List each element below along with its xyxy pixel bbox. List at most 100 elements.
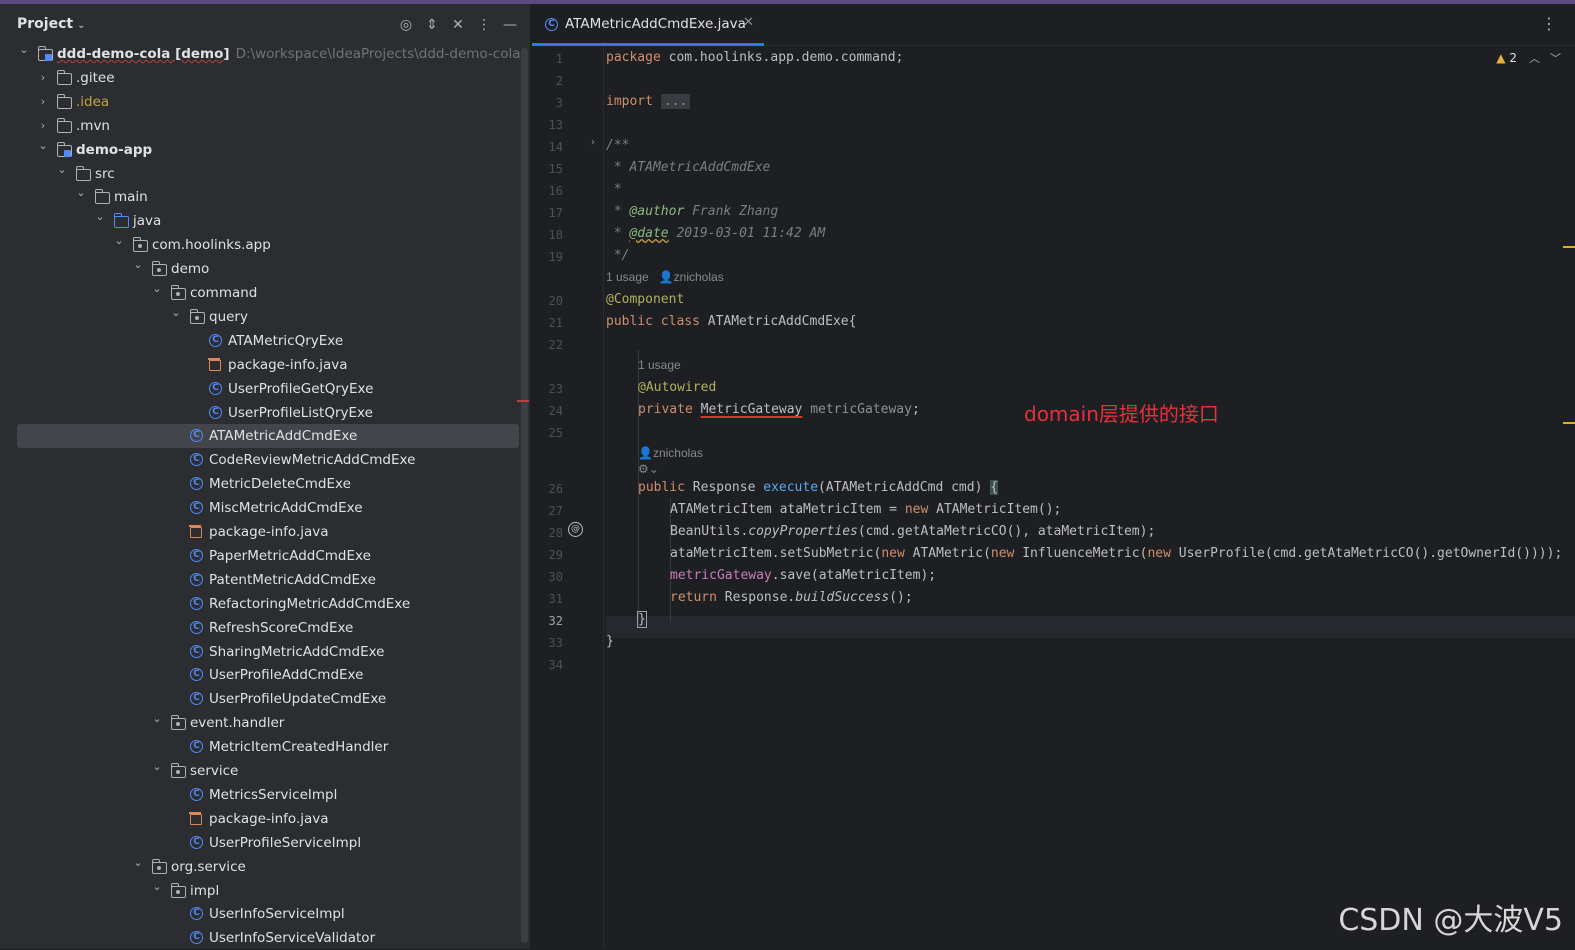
- code-line-15: * ATAMetricAddCmdExe: [606, 160, 771, 175]
- code-line-19: */: [606, 248, 630, 263]
- tree-item-label: impl: [190, 882, 220, 899]
- tree-item[interactable]: C MetricsServiceImpl: [0, 783, 520, 807]
- code-area[interactable]: package com.hoolinks.app.demo.command; i…: [606, 46, 1575, 949]
- tree-item[interactable]: ⌄ main: [0, 185, 520, 209]
- tree-item[interactable]: ⌄ org.service: [0, 855, 520, 879]
- tree-item-label: command: [190, 285, 258, 301]
- tree-item-label: PatentMetricAddCmdExe: [209, 571, 376, 588]
- collapse-all-icon[interactable]: ✕: [448, 15, 468, 35]
- tree-item[interactable]: C PatentMetricAddCmdExe: [0, 568, 520, 592]
- line-number: 34: [548, 658, 563, 672]
- tree-item-label: UserProfileListQryExe: [228, 404, 373, 421]
- tree-item[interactable]: C UserProfileServiceImpl: [0, 831, 520, 855]
- tree-item[interactable]: C MetricDeleteCmdExe: [0, 472, 520, 496]
- tree-item[interactable]: ⌄ com.hoolinks.app: [0, 233, 520, 257]
- chevron-down-icon[interactable]: ⌄: [131, 253, 145, 277]
- chevron-right-icon[interactable]: ›: [36, 66, 50, 90]
- metric-gateway-type[interactable]: MetricGateway: [701, 402, 803, 417]
- line-number: 23: [548, 382, 563, 396]
- tree-item[interactable]: › .gitee: [0, 66, 520, 90]
- author-hint[interactable]: 👤znicholas: [638, 446, 703, 460]
- chevron-down-icon[interactable]: ⌄: [150, 755, 164, 779]
- package-icon: [189, 308, 205, 324]
- tree-item[interactable]: › .mvn: [0, 114, 520, 138]
- tree-item[interactable]: C MiscMetricAddCmdExe: [0, 496, 520, 520]
- tree-item[interactable]: C UserInfoServiceValidator: [0, 926, 520, 950]
- tree-item[interactable]: C PaperMetricAddCmdExe: [0, 544, 520, 568]
- usage-hint[interactable]: 1 usage 👤znicholas: [606, 270, 724, 284]
- more-icon[interactable]: ⋮: [1541, 14, 1557, 33]
- chevron-right-icon[interactable]: ›: [36, 90, 50, 114]
- locate-icon[interactable]: ◎: [396, 15, 416, 35]
- chevron-down-icon[interactable]: ⌄: [150, 277, 164, 301]
- tree-item[interactable]: C UserProfileAddCmdExe: [0, 663, 520, 687]
- watermark: CSDN @大波V5: [1338, 903, 1563, 938]
- chevron-down-icon[interactable]: ⌄: [112, 229, 126, 253]
- tree-item[interactable]: › .idea: [0, 90, 520, 114]
- tree-item[interactable]: package-info.java: [0, 520, 520, 544]
- tree-item[interactable]: package-info.java: [0, 353, 520, 377]
- tree-item[interactable]: ⌄ event.handler: [0, 711, 520, 735]
- tree-item[interactable]: ⌄ java: [0, 209, 520, 233]
- tree-item[interactable]: C UserProfileListQryExe: [0, 401, 520, 425]
- tree-item-label: ddd-demo-cola [demo] D:\workspace\IdeaPro…: [57, 46, 521, 62]
- usage-hint[interactable]: 1 usage: [638, 358, 681, 372]
- inlay-settings-icon[interactable]: ⚙⌄: [638, 462, 659, 476]
- minimize-icon[interactable]: —: [500, 15, 520, 35]
- code-line-3: import ...: [606, 94, 691, 109]
- line-number: 30: [548, 570, 563, 584]
- close-icon[interactable]: ✕: [743, 15, 754, 30]
- line-number: 13: [548, 118, 563, 132]
- override-marker-icon[interactable]: @: [568, 522, 583, 537]
- tree-item[interactable]: C SharingMetricAddCmdExe: [0, 640, 520, 664]
- tree-item[interactable]: ⌄ query: [0, 305, 520, 329]
- tree-item-label: package-info.java: [209, 524, 329, 540]
- chevron-down-icon[interactable]: ⌄: [55, 158, 69, 182]
- tree-item[interactable]: C RefactoringMetricAddCmdExe: [0, 592, 520, 616]
- tree-item-label: MetricItemCreatedHandler: [209, 739, 389, 756]
- chevron-down-icon[interactable]: ⌄: [131, 851, 145, 875]
- more-icon[interactable]: ⋮: [474, 15, 494, 35]
- chevron-down-icon[interactable]: ⌄: [150, 707, 164, 731]
- code-line-33: }: [606, 634, 614, 649]
- tree-item[interactable]: package-info.java: [0, 807, 520, 831]
- fold-expand-icon[interactable]: ›: [591, 137, 595, 148]
- tree-item[interactable]: ⌄ command: [0, 281, 520, 305]
- tree-item[interactable]: C MetricItemCreatedHandler: [0, 735, 520, 759]
- class-icon: C: [190, 740, 203, 754]
- tree-item[interactable]: C UserProfileUpdateCmdExe: [0, 687, 520, 711]
- class-icon: C: [190, 429, 203, 443]
- tree-item[interactable]: ⌄ demo-app: [0, 138, 520, 162]
- folded-imports[interactable]: ...: [660, 94, 691, 109]
- tree-item[interactable]: C UserInfoServiceImpl: [0, 902, 520, 926]
- tree-item-label: RefactoringMetricAddCmdExe: [209, 595, 411, 612]
- tree-item[interactable]: C CodeReviewMetricAddCmdExe: [0, 448, 520, 472]
- chevron-down-icon[interactable]: ⌄: [169, 301, 183, 325]
- line-number: 18: [548, 228, 563, 242]
- chevron-down-icon[interactable]: ⌄: [93, 205, 107, 229]
- tree-item[interactable]: ⌄ demo: [0, 257, 520, 281]
- chevron-down-icon[interactable]: ⌄: [36, 134, 50, 158]
- module-icon: [56, 141, 72, 157]
- tree-item[interactable]: ⌄ ddd-demo-cola [demo] D:\workspace\IdeaPr…: [0, 42, 520, 66]
- tree-item[interactable]: ⌄ impl: [0, 879, 520, 903]
- class-icon: C: [190, 835, 203, 849]
- tab-atametricaddcmdexe[interactable]: C ATAMetricAddCmdExe.java ✕: [531, 4, 765, 46]
- tree-item[interactable]: C UserProfileGetQryExe: [0, 377, 520, 401]
- project-title-dropdown[interactable]: Project ⌄: [17, 16, 85, 32]
- tree-item[interactable]: C RefreshScoreCmdExe: [0, 616, 520, 640]
- tree-item[interactable]: C ATAMetricQryExe: [0, 329, 520, 353]
- line-number: 3: [555, 96, 563, 110]
- tree-item[interactable]: ⌄ service: [0, 759, 520, 783]
- line-number-gutter[interactable]: › @ 1 2 3 13 14 15 16 17 18 19 20 21 22 23 24 25 26 27 28 2…: [531, 46, 604, 949]
- chevron-down-icon[interactable]: ⌄: [74, 181, 88, 205]
- tree-item[interactable]: C ATAMetricAddCmdExe: [17, 424, 519, 449]
- expand-all-icon[interactable]: ⇕: [422, 15, 442, 35]
- tree-item-label: event.handler: [190, 715, 285, 732]
- line-number: 24: [548, 404, 563, 418]
- chevron-down-icon[interactable]: ⌄: [17, 38, 31, 62]
- project-scrollbar[interactable]: [521, 48, 528, 943]
- chevron-down-icon[interactable]: ⌄: [150, 875, 164, 899]
- tree-item-label: .idea: [76, 93, 110, 110]
- package-icon: [132, 237, 148, 253]
